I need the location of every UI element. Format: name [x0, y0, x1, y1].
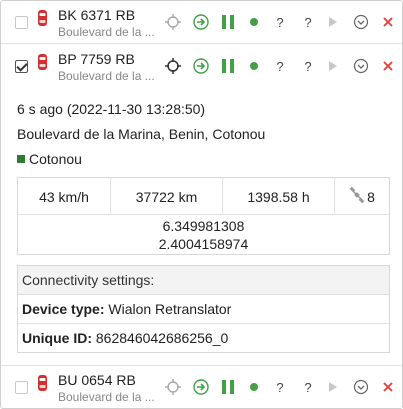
locate-target-icon[interactable]: [164, 378, 182, 396]
unknown-sensor-icon[interactable]: ?: [299, 13, 317, 31]
unit-address: Boulevard de la ...: [58, 25, 154, 39]
speed-value: 43 km/h: [18, 178, 111, 215]
geofence: Cotonou: [17, 151, 82, 167]
unit-details: 6 s ago (2022-11-30 13:28:50) Boulevard …: [1, 89, 402, 365]
car-icon: [37, 374, 48, 392]
device-type-line: Device type: Wialon Retranslator: [18, 295, 389, 324]
car-icon: [37, 9, 48, 27]
mileage-value: 37722 km: [111, 178, 223, 215]
play-icon[interactable]: [324, 378, 342, 396]
online-status-icon: [245, 57, 263, 75]
unit-name[interactable]: BU 0654 RB: [58, 372, 136, 388]
locate-target-icon[interactable]: [164, 57, 182, 75]
latitude-value: 6.349981308: [162, 218, 245, 234]
dropdown-icon[interactable]: [352, 13, 370, 31]
locate-target-icon[interactable]: [164, 13, 182, 31]
unique-id-label: Unique ID:: [22, 330, 92, 346]
unit-checkbox[interactable]: [15, 60, 28, 73]
parking-bars-icon[interactable]: [219, 13, 237, 31]
longitude-value: 2.4004158974: [158, 236, 249, 252]
play-icon[interactable]: [324, 57, 342, 75]
unit-name[interactable]: BP 7759 RB: [58, 51, 135, 67]
satellite-icon: [349, 186, 367, 206]
online-status-icon: [245, 13, 263, 31]
online-status-icon: [245, 378, 263, 396]
close-icon[interactable]: [379, 378, 397, 396]
last-message-time: 6 s ago (2022-11-30 13:28:50): [17, 101, 206, 117]
parking-bars-icon[interactable]: [219, 378, 237, 396]
dropdown-icon[interactable]: [352, 378, 370, 396]
close-icon[interactable]: [379, 13, 397, 31]
engine-hours-value: 1398.58 h: [223, 178, 335, 215]
unit-address: Boulevard de la ...: [58, 69, 154, 83]
connectivity-header: Connectivity settings:: [18, 266, 389, 295]
unknown-sensor-icon[interactable]: ?: [271, 13, 289, 31]
satellites-cell: 8: [335, 178, 389, 215]
parking-bars-icon[interactable]: [219, 57, 237, 75]
unique-id-line: Unique ID: 862846042686256_0: [18, 324, 389, 353]
dropdown-icon[interactable]: [352, 57, 370, 75]
car-icon: [37, 53, 48, 71]
unit-name[interactable]: BK 6371 RB: [58, 7, 135, 23]
play-icon[interactable]: [324, 13, 342, 31]
unit-address: Boulevard de la ...: [58, 390, 154, 404]
units-panel: BK 6371 RB Boulevard de la ... ? ? BP 77…: [0, 0, 403, 409]
unit-row[interactable]: BU 0654 RB Boulevard de la ... ? ?: [1, 365, 402, 408]
unknown-sensor-icon[interactable]: ?: [299, 57, 317, 75]
unit-checkbox[interactable]: [15, 381, 28, 394]
unit-row[interactable]: BP 7759 RB Boulevard de la ... ? ?: [1, 45, 402, 88]
moving-arrow-icon[interactable]: [192, 13, 210, 31]
device-type-value: Wialon Retranslator: [108, 301, 232, 317]
unit-full-address: Boulevard de la Marina, Benin, Cotonou: [17, 126, 266, 142]
unknown-sensor-icon[interactable]: ?: [299, 378, 317, 396]
unknown-sensor-icon[interactable]: ?: [271, 378, 289, 396]
stats-table: 43 km/h 37722 km 1398.58 h 8 6.349981308…: [17, 177, 390, 255]
unit-row[interactable]: BK 6371 RB Boulevard de la ... ? ?: [1, 1, 402, 44]
satellites-value: 8: [367, 188, 375, 205]
close-icon[interactable]: [379, 57, 397, 75]
moving-arrow-icon[interactable]: [192, 378, 210, 396]
stats-row: 43 km/h 37722 km 1398.58 h 8: [18, 178, 389, 215]
unknown-sensor-icon[interactable]: ?: [271, 57, 289, 75]
device-type-label: Device type:: [22, 301, 105, 317]
unit-checkbox[interactable]: [15, 16, 28, 29]
unique-id-value: 862846042686256_0: [95, 330, 229, 346]
geofence-name: Cotonou: [29, 151, 82, 167]
geofence-color-icon: [17, 155, 25, 163]
moving-arrow-icon[interactable]: [192, 57, 210, 75]
connectivity-settings: Connectivity settings: Device type: Wial…: [17, 265, 390, 353]
